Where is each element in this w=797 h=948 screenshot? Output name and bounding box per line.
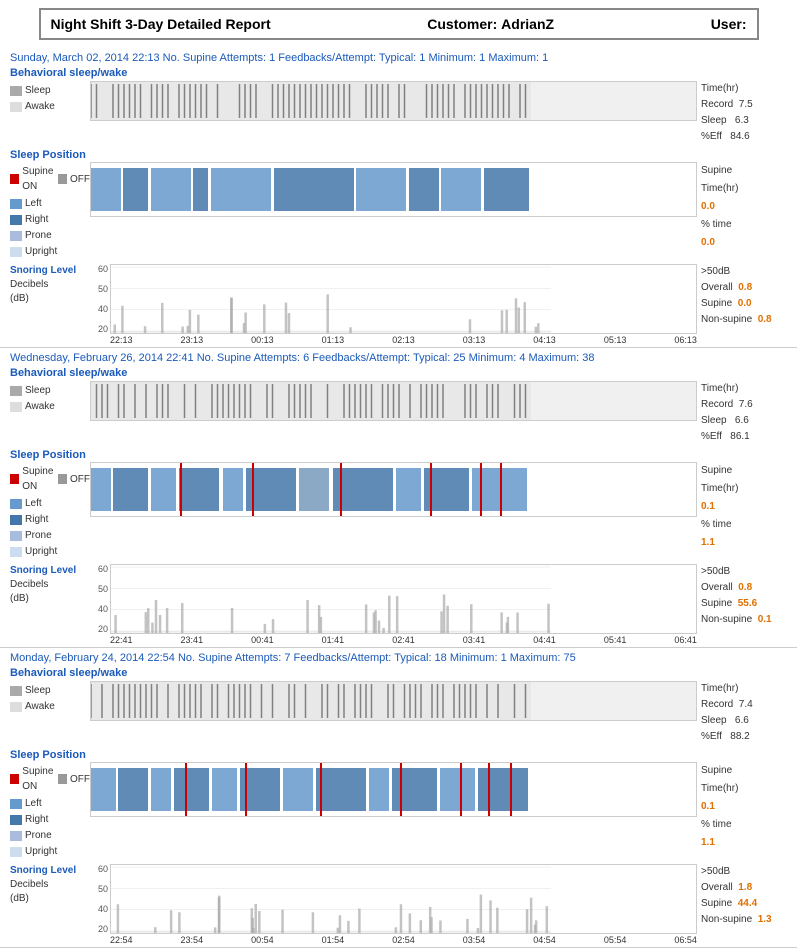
position-chart-2 [90,762,697,817]
awake-legend-box [10,102,22,112]
snoring-chart-2 [110,864,697,934]
position-legend-0: Supine ON OFF Left Right Prone [10,162,90,260]
snoring-stats-2: >50dB Overall 1.8 Supine 44.4 Non-supine… [697,864,787,928]
sleep-chart-2 [90,681,697,721]
position-chart-row-1: Supine ON OFF Left Right Prone [10,462,787,560]
sleep-stats-2: Time(hr) Record 7.4 Sleep 6.6 %Eff 88.2 [697,681,787,745]
position-legend-1: Supine ON OFF Left Right Prone [10,462,90,560]
session-2: Monday, February 24, 2014 22:54 No. Supi… [0,648,797,948]
snoring-chart-area-1: 60 50 40 20 22:4123:4100:4101:4102:4103:… [90,564,697,645]
snoring-label-1: Snoring Level Decibels(dB) [10,564,90,606]
xaxis-0: 22:1323:1300:1301:1302:1303:1304:1305:13… [90,334,697,345]
position-chart-area-1 [90,462,697,517]
snoring-chart-1 [110,564,697,634]
date-line-1: Wednesday, February 26, 2014 22:41 No. S… [10,352,787,364]
sleep-legend-0: Sleep Awake [10,81,90,115]
session-0: Sunday, March 02, 2014 22:13 No. Supine … [0,48,797,348]
snoring-label-0: Snoring Level Decibels(dB) [10,264,90,306]
date-line-0: Sunday, March 02, 2014 22:13 No. Supine … [10,52,787,64]
sleep-wake-label-2: Behavioral sleep/wake [10,667,787,679]
snoring-chart-0 [110,264,697,334]
position-chart-1 [90,462,697,517]
position-chart-area-2 [90,762,697,817]
position-chart-0 [90,162,697,217]
position-stats-0: Supine Time(hr) 0.0 % time 0.0 [697,162,787,252]
position-chart-area-0 [90,162,697,217]
sleep-chart-1 [90,381,697,421]
position-label-0: Sleep Position [10,149,787,161]
report-title: Night Shift 3-Day Detailed Report [51,16,271,32]
snoring-label-2: Snoring Level Decibels(dB) [10,864,90,906]
position-chart-row-2: Supine ON OFF Left Right Prone [10,762,787,860]
sessions-container: Sunday, March 02, 2014 22:13 No. Supine … [0,48,797,948]
sleep-stats-1: Time(hr) Record 7.6 Sleep 6.6 %Eff 86.1 [697,381,787,445]
position-chart-row-0: Supine ON OFF Left Right Prone [10,162,787,260]
snoring-stats-1: >50dB Overall 0.8 Supine 55.6 Non-supine… [697,564,787,628]
date-line-2: Monday, February 24, 2014 22:54 No. Supi… [10,652,787,664]
sleep-chart-row-0: Sleep Awake Time(hr) Record 7.5 Sleep 6.… [10,81,787,145]
sleep-legend-2: Sleep Awake [10,681,90,715]
xaxis-2: 22:5423:5400:5401:5402:5403:5404:5405:54… [90,934,697,945]
session-1: Wednesday, February 26, 2014 22:41 No. S… [0,348,797,648]
sleep-chart-row-1: Sleep Awake Time(hr) Record 7.6 Sleep 6.… [10,381,787,445]
position-label-2: Sleep Position [10,749,787,761]
xaxis-1: 22:4123:4100:4101:4102:4103:4104:4105:41… [90,634,697,645]
sleep-legend-box [10,686,22,696]
awake-legend-box [10,702,22,712]
sleep-chart-row-2: Sleep Awake Time(hr) Record 7.4 Sleep 6.… [10,681,787,745]
sleep-legend-box [10,386,22,396]
sleep-chart-area-0 [90,81,697,121]
awake-legend-box [10,402,22,412]
snoring-chart-area-2: 60 50 40 20 22:5423:5400:5401:5402:5403:… [90,864,697,945]
snoring-row-1: Snoring Level Decibels(dB) 60 50 40 20 2… [10,564,787,645]
snoring-row-2: Snoring Level Decibels(dB) 60 50 40 20 2… [10,864,787,945]
page-title-box: Night Shift 3-Day Detailed Report Custom… [39,8,759,40]
position-stats-2: Supine Time(hr) 0.1 % time 1.1 [697,762,787,852]
position-legend-2: Supine ON OFF Left Right Prone [10,762,90,860]
customer-info: Customer: AdrianZ [427,16,554,32]
sleep-wake-label-1: Behavioral sleep/wake [10,367,787,379]
snoring-stats-0: >50dB Overall 0.8 Supine 0.0 Non-supine … [697,264,787,328]
sleep-legend-box [10,86,22,96]
sleep-stats-0: Time(hr) Record 7.5 Sleep 6.3 %Eff 84.6 [697,81,787,145]
sleep-wake-label-0: Behavioral sleep/wake [10,67,787,79]
position-stats-1: Supine Time(hr) 0.1 % time 1.1 [697,462,787,552]
position-label-1: Sleep Position [10,449,787,461]
snoring-row-0: Snoring Level Decibels(dB) 60 50 40 20 2… [10,264,787,345]
user-info: User: [711,16,747,32]
snoring-chart-area-0: 60 50 40 20 22:1323:1300:1301:1302:1303:… [90,264,697,345]
sleep-chart-0 [90,81,697,121]
sleep-chart-area-2 [90,681,697,721]
sleep-chart-area-1 [90,381,697,421]
sleep-legend-1: Sleep Awake [10,381,90,415]
